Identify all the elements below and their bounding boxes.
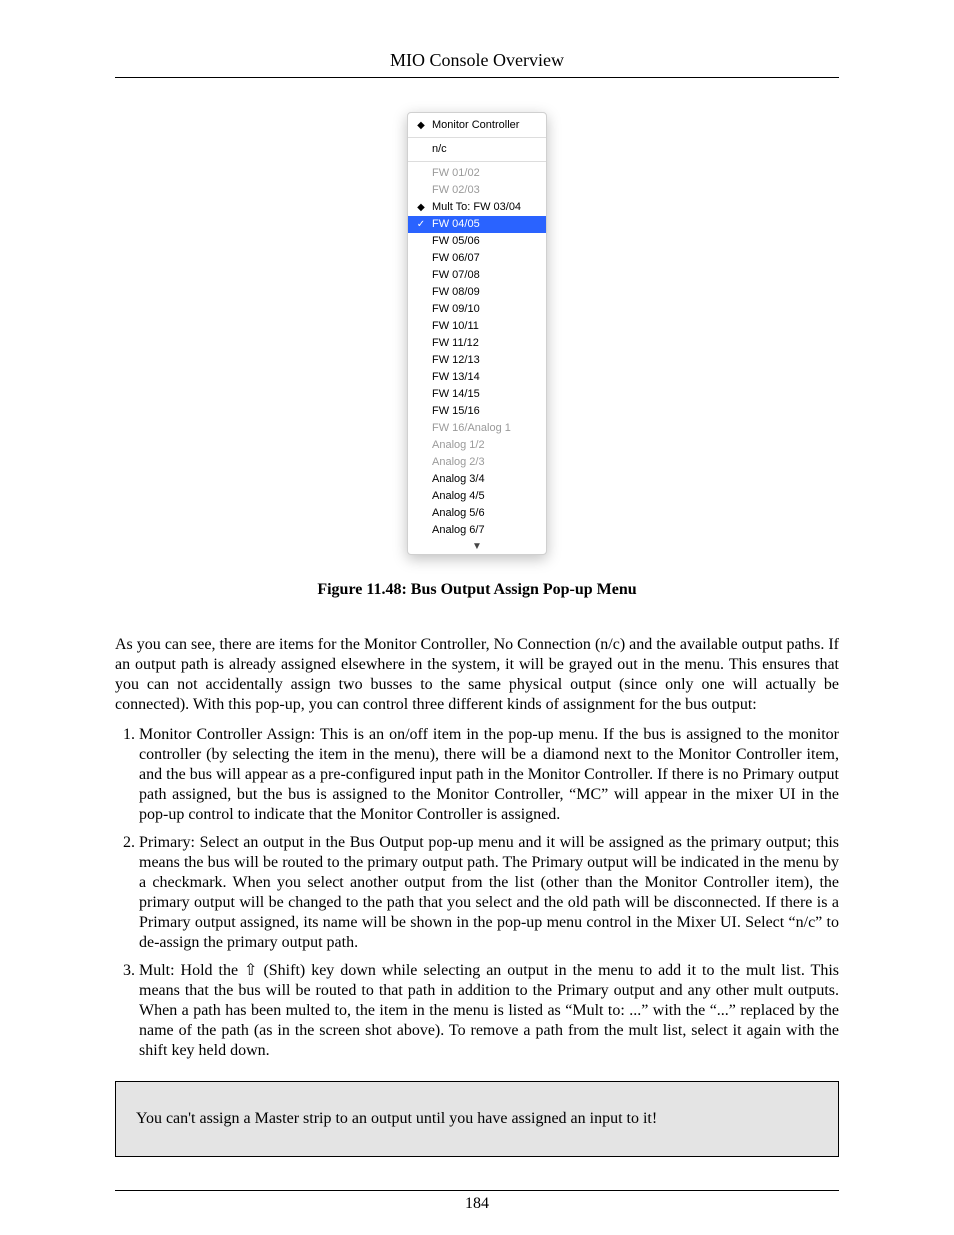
menu-item[interactable]: Analog 5/6 [408, 505, 546, 522]
menu-item: FW 01/02 [408, 165, 546, 182]
menu-item-label: FW 12/13 [432, 354, 480, 366]
menu-item[interactable]: n/c [408, 141, 546, 158]
list-item: Primary: Select an output in the Bus Out… [139, 833, 839, 953]
menu-item-label: Analog 5/6 [432, 507, 485, 519]
menu-separator [408, 137, 546, 138]
menu-item[interactable]: FW 12/13 [408, 352, 546, 369]
menu-item: Analog 2/3 [408, 454, 546, 471]
scroll-down-icon[interactable]: ▼ [408, 539, 546, 552]
checkmark-icon: ✓ [415, 217, 427, 232]
menu-item[interactable]: FW 13/14 [408, 369, 546, 386]
menu-item-label: FW 06/07 [432, 252, 480, 264]
menu-item: Analog 1/2 [408, 437, 546, 454]
menu-item-label: n/c [432, 143, 447, 155]
menu-item-label: Analog 4/5 [432, 490, 485, 502]
menu-item[interactable]: Analog 3/4 [408, 471, 546, 488]
menu-item[interactable]: FW 14/15 [408, 386, 546, 403]
menu-item: FW 02/03 [408, 182, 546, 199]
page: MIO Console Overview ◆ Monitor Controller… [0, 0, 954, 1235]
menu-item-label: FW 05/06 [432, 235, 480, 247]
menu-item-label: FW 08/09 [432, 286, 480, 298]
menu-item-label: FW 07/08 [432, 269, 480, 281]
menu-separator [408, 161, 546, 162]
menu-item[interactable]: FW 05/06 [408, 233, 546, 250]
menu-item-label: FW 09/10 [432, 303, 480, 315]
menu-item[interactable]: FW 10/11 [408, 318, 546, 335]
numbered-list: Monitor Controller Assign: This is an on… [115, 725, 839, 1061]
menu-item-label: Analog 3/4 [432, 473, 485, 485]
menu-item-label: Analog 6/7 [432, 524, 485, 536]
menu-item-label: FW 11/12 [432, 337, 479, 349]
menu-item[interactable]: Analog 4/5 [408, 488, 546, 505]
menu-item[interactable]: FW 15/16 [408, 403, 546, 420]
figure: ◆ Monitor Controller n/c FW 01/02 FW 02/03 ◆ M… [115, 112, 839, 555]
menu-item-label: Monitor Controller [432, 119, 519, 131]
page-footer: 184 [115, 1190, 839, 1213]
note-box: You can't assign a Master strip to an ou… [115, 1081, 839, 1157]
menu-item-label: Mult To: FW 03/04 [432, 201, 521, 213]
menu-item-label: Analog 1/2 [432, 439, 485, 451]
page-number: 184 [115, 1195, 839, 1213]
header-rule [115, 77, 839, 78]
menu-item-label: FW 02/03 [432, 184, 480, 196]
menu-item[interactable]: ◆ Mult To: FW 03/04 [408, 199, 546, 216]
menu-item-label: FW 13/14 [432, 371, 480, 383]
list-item: Mult: Hold the ⇧ (Shift) key down while … [139, 961, 839, 1061]
menu-item: FW 16/Analog 1 [408, 420, 546, 437]
footer-rule [115, 1190, 839, 1191]
body-paragraph: As you can see, there are items for the … [115, 635, 839, 715]
page-header-title: MIO Console Overview [115, 50, 839, 71]
menu-item[interactable]: FW 09/10 [408, 301, 546, 318]
diamond-icon: ◆ [415, 118, 427, 133]
menu-item[interactable]: FW 08/09 [408, 284, 546, 301]
menu-item-label: Analog 2/3 [432, 456, 485, 468]
diamond-icon: ◆ [415, 200, 427, 215]
menu-item-label: FW 14/15 [432, 388, 480, 400]
menu-item[interactable]: FW 07/08 [408, 267, 546, 284]
menu-item-label: FW 15/16 [432, 405, 480, 417]
menu-item[interactable]: FW 11/12 [408, 335, 546, 352]
menu-item[interactable]: ✓ FW 04/05 [408, 216, 546, 233]
menu-item[interactable]: Analog 6/7 [408, 522, 546, 539]
list-item: Monitor Controller Assign: This is an on… [139, 725, 839, 825]
menu-item-label: FW 10/11 [432, 320, 479, 332]
menu-item-label: FW 04/05 [432, 218, 480, 230]
figure-caption: Figure 11.48: Bus Output Assign Pop-up M… [115, 581, 839, 599]
menu-item-label: FW 16/Analog 1 [432, 422, 511, 434]
menu-item-label: FW 01/02 [432, 167, 480, 179]
bus-output-popup-menu[interactable]: ◆ Monitor Controller n/c FW 01/02 FW 02/03 ◆ M… [407, 112, 547, 555]
menu-item[interactable]: ◆ Monitor Controller [408, 117, 546, 134]
menu-item[interactable]: FW 06/07 [408, 250, 546, 267]
